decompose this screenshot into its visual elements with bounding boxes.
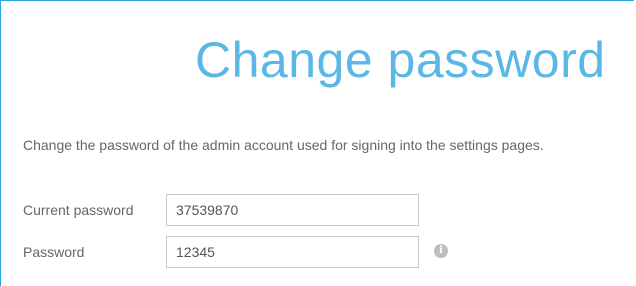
password-input[interactable] (166, 236, 419, 268)
page-title: Change password (195, 32, 606, 88)
page-description: Change the password of the admin account… (23, 137, 544, 153)
change-password-panel: Change password Change the password of t… (0, 0, 634, 286)
password-row: Password i (23, 236, 483, 268)
current-password-label: Current password (23, 202, 134, 218)
current-password-row: Current password (23, 194, 483, 226)
password-label: Password (23, 244, 85, 260)
current-password-input[interactable] (166, 194, 419, 226)
info-icon[interactable]: i (434, 244, 448, 258)
